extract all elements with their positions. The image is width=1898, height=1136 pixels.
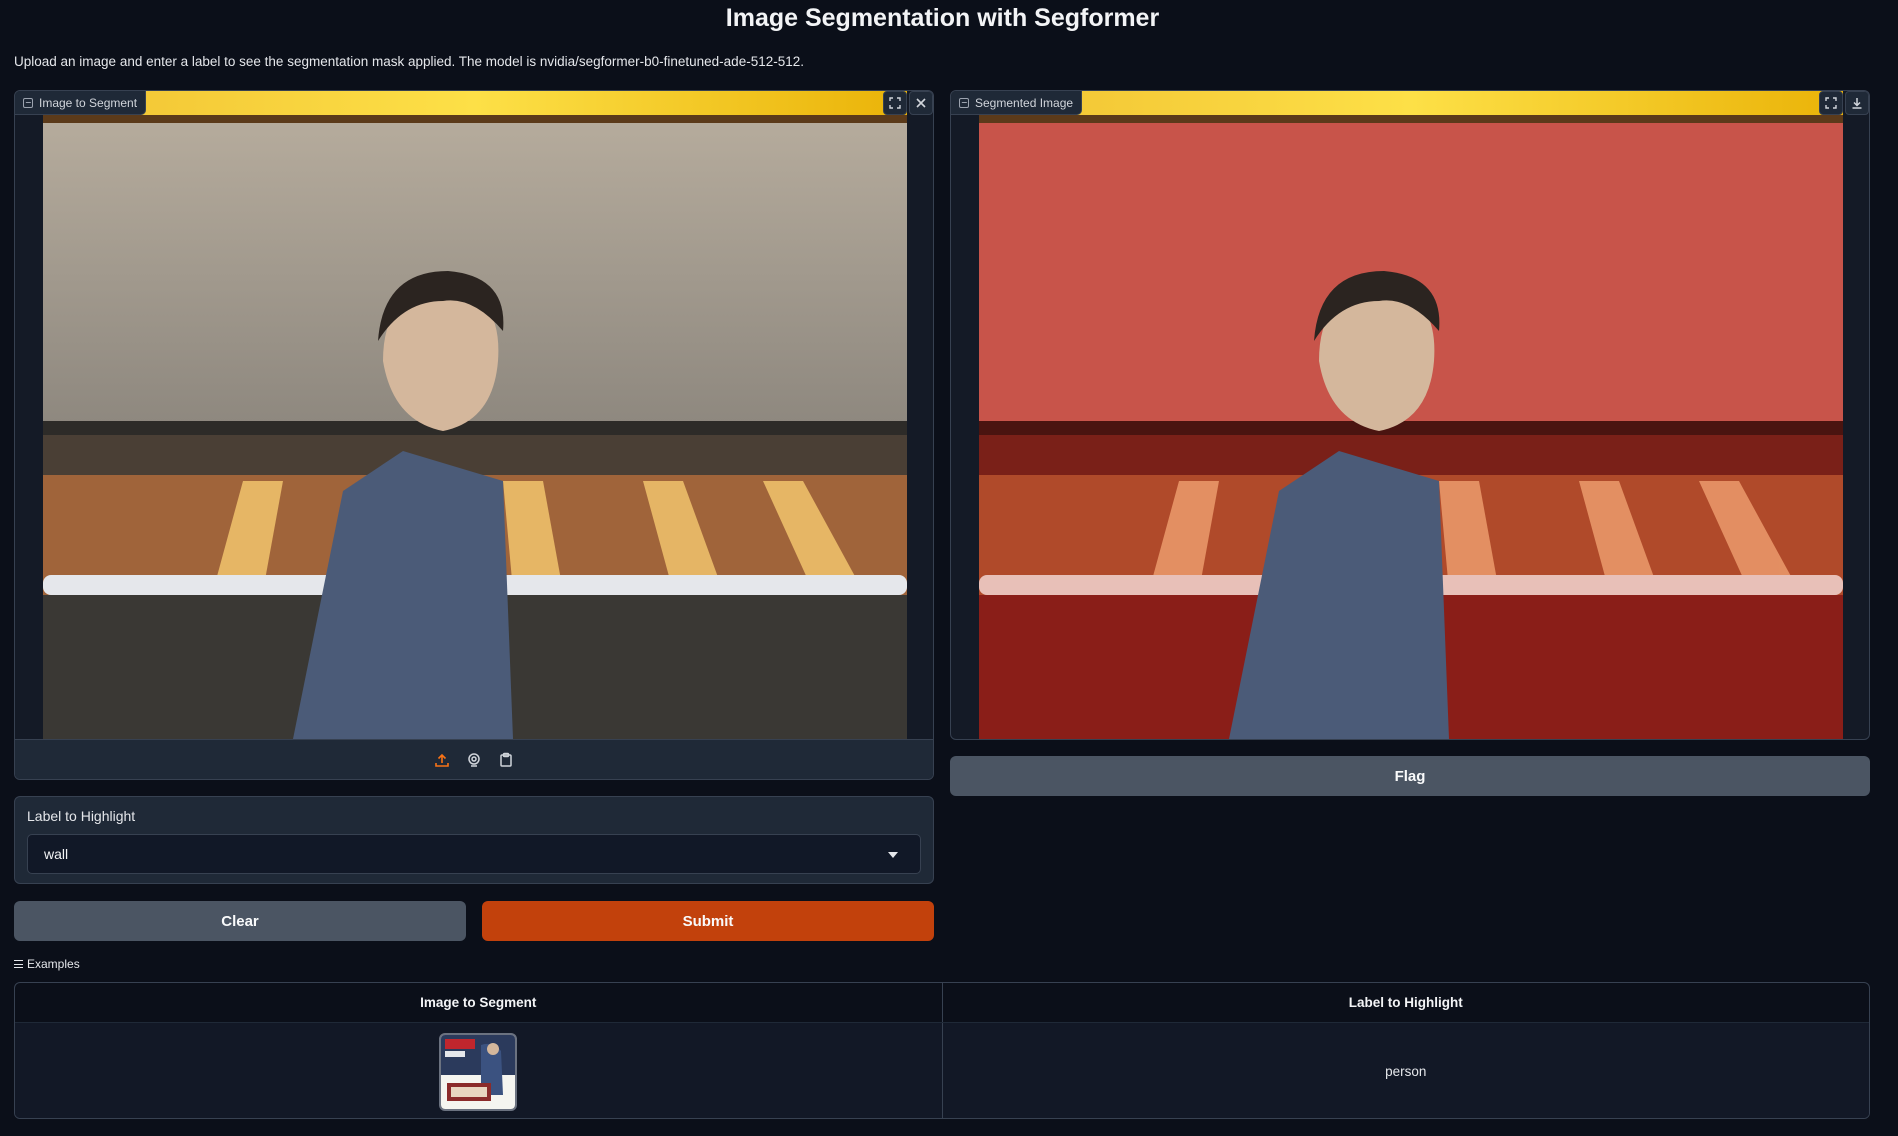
input-image-label: Image to Segment xyxy=(39,95,138,110)
page-title: Image Segmentation with Segformer xyxy=(725,4,1160,32)
output-image-label: Segmented Image xyxy=(975,95,1074,110)
list-icon xyxy=(14,960,23,968)
examples-table: Image to Segment Label to Highlight pers… xyxy=(14,982,1870,1119)
fullscreen-icon[interactable] xyxy=(883,91,907,115)
input-image-panel[interactable]: Image to Segment xyxy=(14,90,934,780)
output-image-panel: Segmented Image xyxy=(950,90,1870,740)
output-image-label-chip: Segmented Image xyxy=(951,91,1083,115)
fullscreen-icon[interactable] xyxy=(1819,91,1843,115)
examples-header: Examples xyxy=(14,957,80,971)
label-select-dropdown[interactable]: wall xyxy=(27,834,921,874)
examples-col-label: Label to Highlight xyxy=(1348,995,1463,1010)
input-image xyxy=(43,91,907,739)
close-icon[interactable] xyxy=(909,91,933,115)
input-image-label-chip: Image to Segment xyxy=(15,91,147,115)
examples-col-image: Image to Segment xyxy=(15,983,943,1022)
table-row[interactable]: person xyxy=(15,1023,1870,1118)
examples-table-header: Image to Segment Label to Highlight xyxy=(15,983,1869,1023)
download-icon[interactable] xyxy=(1845,91,1869,115)
label-select-panel: Label to Highlight wall xyxy=(14,796,934,884)
image-icon xyxy=(959,97,969,108)
segmented-image xyxy=(979,91,1843,739)
examples-title: Examples xyxy=(27,957,80,971)
example-thumbnail[interactable] xyxy=(439,1032,518,1111)
page-description: Upload an image and enter a label to see… xyxy=(14,54,804,69)
chevron-down-icon xyxy=(888,852,898,858)
clipboard-icon[interactable] xyxy=(497,751,515,769)
label-select-value: wall xyxy=(44,846,69,862)
submit-button[interactable]: Submit xyxy=(482,901,934,941)
flag-button[interactable]: Flag xyxy=(950,756,1870,796)
webcam-icon[interactable] xyxy=(465,751,483,769)
clear-button[interactable]: Clear xyxy=(14,901,466,941)
example-image-cell[interactable] xyxy=(15,1023,943,1118)
label-select-label: Label to Highlight xyxy=(27,808,136,824)
example-label-cell[interactable]: person xyxy=(943,1023,1870,1118)
image-icon xyxy=(23,97,33,108)
upload-icon[interactable] xyxy=(433,751,451,769)
